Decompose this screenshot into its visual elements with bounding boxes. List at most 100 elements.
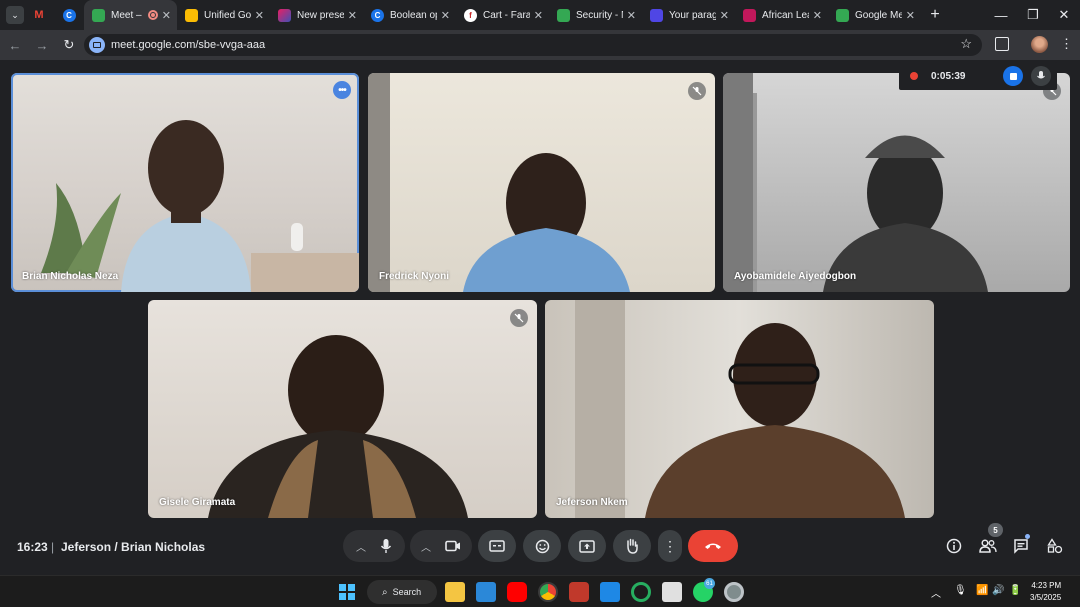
more-options-button[interactable]: ⋮ bbox=[658, 530, 682, 562]
tab-title: Boolean op bbox=[390, 9, 437, 21]
windows-start-icon[interactable] bbox=[339, 584, 355, 600]
battery-icon[interactable]: 🔋 bbox=[1009, 585, 1021, 596]
file-explorer-icon[interactable] bbox=[445, 582, 465, 602]
participant-video bbox=[575, 300, 905, 518]
mic-tray-icon[interactable]: 🎙 bbox=[954, 585, 967, 596]
windows-taskbar: ⌕ Search ︿ 🎙 📶 🔊 🔋 4:23 PM 3/5/2025 bbox=[0, 575, 1080, 607]
chrome-icon[interactable] bbox=[538, 582, 558, 602]
captions-button[interactable] bbox=[478, 530, 516, 562]
close-icon[interactable]: ✕ bbox=[534, 9, 543, 22]
whatsapp-badge: 61 bbox=[704, 578, 715, 589]
chevron-up-icon[interactable]: ︿ bbox=[931, 585, 941, 600]
stop-recording-button[interactable] bbox=[1003, 66, 1023, 86]
people-button[interactable] bbox=[977, 535, 999, 557]
wifi-icon[interactable]: 📶 bbox=[976, 585, 988, 596]
address-bar[interactable]: meet.google.com/sbe-vvga-aaa ☆ bbox=[84, 34, 982, 56]
reactions-button[interactable] bbox=[523, 530, 561, 562]
activities-button[interactable] bbox=[1044, 535, 1066, 557]
close-icon[interactable]: ✕ bbox=[627, 9, 636, 22]
mic-icon bbox=[380, 539, 392, 553]
tab-title: Your parag bbox=[669, 9, 716, 21]
bookmark-star-icon[interactable]: ☆ bbox=[960, 36, 972, 52]
minimize-button[interactable]: — bbox=[984, 0, 1018, 30]
leave-call-button[interactable] bbox=[688, 530, 738, 562]
camera-icon bbox=[445, 540, 460, 552]
youtube-icon[interactable] bbox=[507, 582, 527, 602]
recording-timer: 0:05:39 bbox=[931, 70, 966, 82]
video-settings-button[interactable]: ︿ bbox=[410, 530, 472, 562]
close-icon[interactable]: ✕ bbox=[162, 9, 171, 22]
present-screen-button[interactable] bbox=[568, 530, 606, 562]
participant-video bbox=[41, 120, 359, 292]
more-options-button[interactable]: ••• bbox=[333, 81, 351, 99]
taskbar-date: 3/5/2025 bbox=[1030, 593, 1062, 602]
pitch-icon bbox=[278, 8, 291, 22]
maximize-button[interactable]: ❐ bbox=[1016, 0, 1050, 30]
captions-icon bbox=[489, 540, 505, 552]
tab-pinned-c[interactable]: C bbox=[54, 0, 84, 30]
tab-cart[interactable]: f Cart - Faran ✕ bbox=[456, 0, 549, 30]
participant-video bbox=[368, 73, 630, 292]
slides-icon bbox=[185, 8, 198, 22]
app-red-icon[interactable] bbox=[569, 582, 589, 602]
meet-icon bbox=[92, 8, 105, 22]
sync-icon[interactable] bbox=[631, 582, 651, 602]
tab-african-leadership[interactable]: African Lea ✕ bbox=[735, 0, 828, 30]
participant-tile[interactable]: Ayobamidele Aiyedogbon bbox=[723, 73, 1070, 292]
settings-gear-icon[interactable] bbox=[724, 582, 744, 602]
participant-tile[interactable]: Jeferson Nkem bbox=[545, 300, 934, 518]
tab-gmail[interactable]: M bbox=[24, 0, 54, 30]
meeting-details-button[interactable] bbox=[943, 535, 965, 557]
photos-icon[interactable] bbox=[600, 582, 620, 602]
close-icon[interactable]: ✕ bbox=[348, 9, 357, 22]
audio-settings-button[interactable]: ︿ bbox=[343, 530, 405, 562]
chat-icon bbox=[1014, 539, 1028, 554]
taskbar-clock[interactable]: 4:23 PM 3/5/2025 bbox=[1030, 580, 1061, 604]
new-tab-button[interactable]: + bbox=[923, 6, 947, 24]
profile-avatar[interactable] bbox=[1031, 36, 1048, 53]
participant-name: Brian Nicholas Neza bbox=[22, 271, 119, 282]
menu-icon[interactable]: ⋮ bbox=[1060, 36, 1073, 52]
tab-unified[interactable]: Unified Go ✕ bbox=[177, 0, 270, 30]
c-icon: C bbox=[62, 8, 76, 22]
close-window-button[interactable]: ✕ bbox=[1047, 0, 1080, 30]
tab-your-paragraph[interactable]: Your parag ✕ bbox=[642, 0, 735, 30]
store-icon[interactable] bbox=[476, 582, 496, 602]
present-icon bbox=[579, 539, 595, 553]
extensions-icon[interactable] bbox=[995, 37, 1009, 51]
hand-icon bbox=[627, 538, 638, 554]
volume-icon[interactable]: 🔊 bbox=[992, 585, 1004, 596]
browser-toolbar: ← → ↻ meet.google.com/sbe-vvga-aaa ☆ ⋮ bbox=[0, 30, 1080, 60]
close-icon[interactable]: ✕ bbox=[906, 9, 915, 22]
tab-new-presentation[interactable]: New presen ✕ bbox=[270, 0, 363, 30]
tab-google-meet[interactable]: Google Me ✕ bbox=[828, 0, 921, 30]
tab-search-icon[interactable]: ⌄ bbox=[6, 6, 24, 24]
back-button[interactable]: ← bbox=[3, 33, 27, 57]
reload-button[interactable]: ↻ bbox=[57, 33, 81, 57]
forward-button[interactable]: → bbox=[30, 33, 54, 57]
taskbar-search[interactable]: ⌕ Search bbox=[367, 580, 437, 604]
notes-icon[interactable] bbox=[662, 582, 682, 602]
tab-boolean[interactable]: C Boolean op ✕ bbox=[363, 0, 456, 30]
close-icon[interactable]: ✕ bbox=[441, 9, 450, 22]
close-icon[interactable]: ✕ bbox=[813, 9, 822, 22]
participant-tile[interactable]: ••• Brian Nicholas Neza bbox=[11, 73, 359, 292]
tab-meet[interactable]: Meet – ✕ bbox=[84, 0, 177, 30]
raise-hand-button[interactable] bbox=[613, 530, 651, 562]
close-icon[interactable]: ✕ bbox=[720, 9, 729, 22]
muted-mic-icon bbox=[688, 82, 706, 100]
close-icon[interactable]: ✕ bbox=[255, 9, 264, 22]
tab-security[interactable]: Security - N ✕ bbox=[549, 0, 642, 30]
recording-dot-icon bbox=[910, 72, 918, 80]
gmail-icon: M bbox=[34, 9, 44, 21]
taskbar-search-label: Search bbox=[392, 587, 422, 597]
participant-tile[interactable]: Gisele Giramata bbox=[148, 300, 537, 518]
recording-mic-button[interactable] bbox=[1031, 66, 1051, 86]
tab-title: Security - N bbox=[576, 9, 623, 21]
tab-title: Cart - Faran bbox=[483, 9, 530, 21]
participant-tile[interactable]: Fredrick Nyoni bbox=[368, 73, 715, 292]
chevron-up-icon: ︿ bbox=[421, 542, 431, 554]
url-text: meet.google.com/sbe-vvga-aaa bbox=[111, 39, 266, 51]
info-icon bbox=[946, 538, 962, 554]
meeting-title: Jeferson / Brian Nicholas bbox=[61, 540, 206, 554]
